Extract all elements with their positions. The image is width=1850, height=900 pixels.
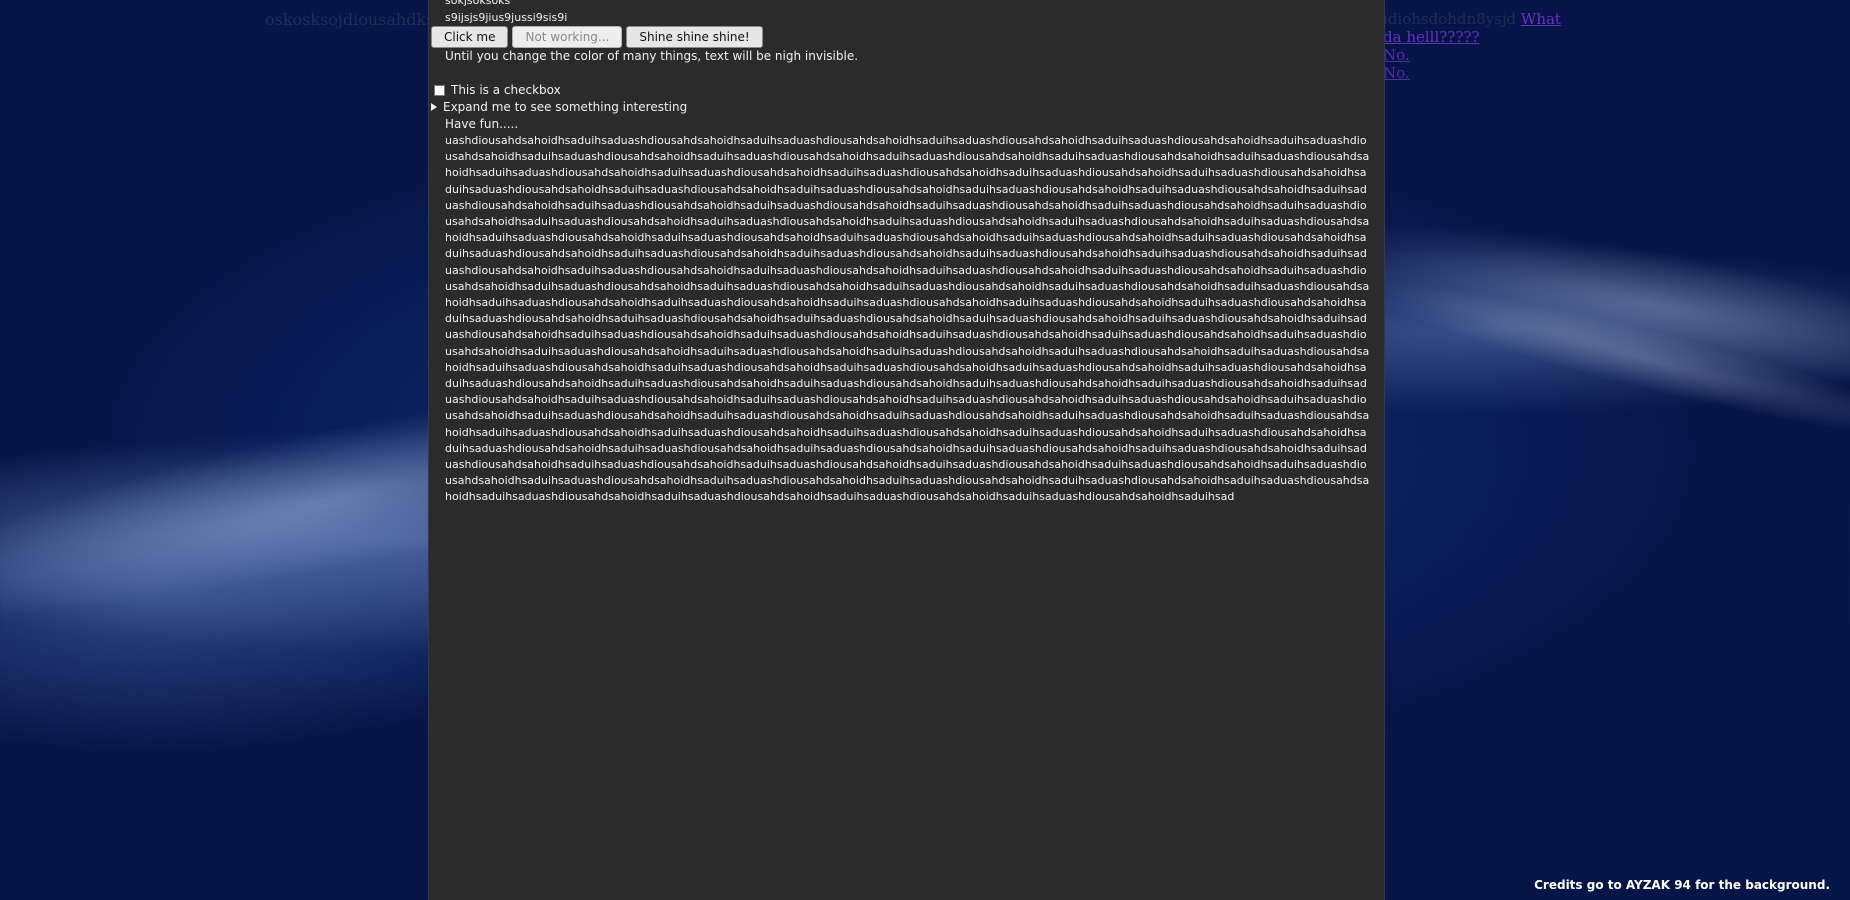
checkbox[interactable] <box>434 84 445 96</box>
checkbox-row[interactable]: This is a checkbox <box>434 83 561 97</box>
background-light-streak <box>1351 258 1850 462</box>
have-fun-text: Have fun..... <box>445 117 519 131</box>
click-me-button[interactable]: Click me <box>431 26 509 48</box>
hint-text: Until you change the color of many thing… <box>445 49 859 63</box>
top-text-line-1: sokjsoksoks <box>445 0 511 7</box>
gibberish-text-block: uashdiousahdsahoidhsaduihsaduashdiousahd… <box>445 134 1370 504</box>
not-working-button[interactable]: Not working... <box>512 26 623 48</box>
expandable-details[interactable]: Expand me to see something interesting <box>431 100 687 114</box>
shine-button[interactable]: Shine shine shine! <box>626 26 763 48</box>
disclosure-triangle-icon[interactable] <box>431 103 437 111</box>
obscured-right-text: idiohsdohdn8ysjd What da helll????? No. … <box>1383 10 1563 82</box>
obscured-right-prefix: idiohsdohdn8ysjd <box>1383 10 1517 28</box>
content-panel: sokjsoksoks s9ijsjs9jius9jussi9sis9i Cli… <box>428 0 1385 900</box>
top-text-line-2: s9ijsjs9jius9jussi9sis9i <box>445 11 568 24</box>
details-summary[interactable]: Expand me to see something interesting <box>443 100 687 114</box>
no-link-1[interactable]: No. <box>1383 46 1410 64</box>
no-link-2[interactable]: No. <box>1383 64 1410 82</box>
background-credits: Credits go to AYZAK 94 for the backgroun… <box>1534 878 1830 892</box>
checkbox-label: This is a checkbox <box>451 83 561 97</box>
button-row: Click me Not working... Shine shine shin… <box>431 26 763 48</box>
